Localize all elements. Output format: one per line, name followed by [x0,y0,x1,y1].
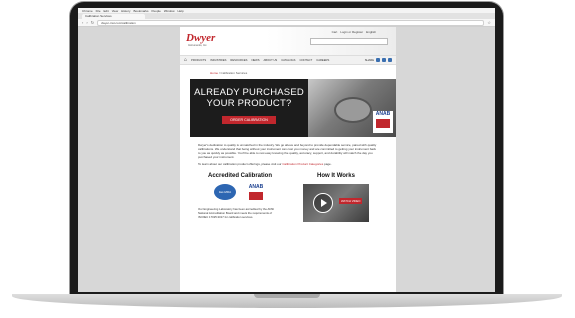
how-it-works-column: How It Works WATCH VIDEO [294,173,378,222]
reload-icon[interactable]: ↻ [91,20,94,25]
breadcrumb: Home / Calibration Services [210,71,248,75]
intro-p2-prefix: To learn about our calibration product o… [198,162,282,166]
anab-logo: ANAB [246,184,266,204]
twitter-icon[interactable] [388,58,392,62]
share-area: SHARE [365,58,392,62]
menu-people[interactable]: People [152,9,161,13]
breadcrumb-home[interactable]: Home [210,71,218,75]
product-categories-link[interactable]: Calibration Product Categories [282,162,323,166]
order-calibration-button[interactable]: ORDER CALIBRATION [222,116,276,124]
laptop-notch [254,294,320,298]
intro-links-paragraph: To learn about our calibration product o… [198,162,378,166]
breadcrumb-current: Calibration Services [220,71,248,75]
menu-window[interactable]: Window [164,9,175,13]
menu-bookmarks[interactable]: Bookmarks [133,9,148,13]
nav-about[interactable]: ABOUT US [264,59,278,62]
nav-industries[interactable]: INDUSTRIES [210,59,226,62]
dwyer-logo[interactable]: Dwyer [186,32,215,44]
intro-paragraph: Dwyer's dedication to quality is unmatch… [198,143,377,159]
logo-subtitle: Instruments, Inc. [188,44,208,47]
browser-tab[interactable]: Calibration Services [82,14,145,19]
nav-resources[interactable]: RESOURCES [230,59,247,62]
hero-title: ALREADY PURCHASED YOUR PRODUCT? [190,87,308,109]
cart-link[interactable]: Cart [332,30,338,34]
laptop-frame: Chrome File Edit View History Bookmarks … [70,2,503,294]
accredited-text: Our Engineering Laboratory has been accr… [198,207,275,219]
star-icon[interactable]: ☆ [487,20,491,25]
login-link[interactable]: Login or Register [340,30,363,34]
language-select[interactable]: English [366,30,376,34]
url-input[interactable]: dwyer-inst.com/calibration [97,19,485,26]
nav-news[interactable]: NEWS [251,59,259,62]
feature-columns: Accredited Calibration ilac-MRA ANAB Our… [180,169,396,222]
forward-icon[interactable]: › [86,20,87,25]
back-icon[interactable]: ‹ [82,20,83,25]
hero-title-line2: YOUR PRODUCT? [206,98,292,109]
instrument-shape [334,97,372,123]
linkedin-icon[interactable] [382,58,386,62]
top-links: Cart Login or Register English [332,30,376,34]
anab-badge-text: ANAB [375,111,391,117]
anab-logo-text: ANAB [248,184,264,190]
accreditation-badges: ilac-MRA ANAB [198,184,282,204]
menu-file[interactable]: File [96,9,101,13]
web-page: Dwyer Instruments, Inc. Cart Login or Re… [180,27,396,292]
nav-products[interactable]: PRODUCTS [191,59,206,62]
accredited-heading: Accredited Calibration [207,173,272,179]
hero-banner: ALREADY PURCHASED YOUR PRODUCT? ORDER CA… [190,79,396,137]
browser-viewport: Dwyer Instruments, Inc. Cart Login or Re… [78,27,495,292]
menu-chrome[interactable]: Chrome [82,9,93,13]
intro-p2-suffix: page. [324,162,332,166]
nav-catalogs[interactable]: CATALOGS [281,59,295,62]
anab-badge-mark [376,119,390,128]
intro-text: Dwyer's dedication to quality is unmatch… [180,137,396,166]
main-nav: ⌂ PRODUCTS INDUSTRIES RESOURCES NEWS ABO… [180,55,396,65]
site-search-input[interactable] [310,38,388,45]
hero-title-line1: ALREADY PURCHASED [194,87,304,98]
share-label: SHARE [364,58,374,62]
address-bar: ‹ › ↻ dwyer-inst.com/calibration ☆ [78,19,495,27]
menu-history[interactable]: History [121,9,130,13]
facebook-icon[interactable] [376,58,380,62]
menu-help[interactable]: Help [178,9,184,13]
nav-careers[interactable]: CAREERS [316,59,329,62]
menu-view[interactable]: View [112,9,118,13]
accredited-column: Accredited Calibration ilac-MRA ANAB Our… [198,173,282,222]
site-header: Dwyer Instruments, Inc. Cart Login or Re… [180,27,396,55]
how-it-works-video[interactable]: WATCH VIDEO [303,184,369,222]
home-icon[interactable]: ⌂ [184,57,187,63]
nav-contact[interactable]: CONTACT [299,59,312,62]
laptop-screen: Chrome File Edit View History Bookmarks … [78,8,495,292]
ilac-mra-logo: ilac-MRA [214,184,236,200]
menu-edit[interactable]: Edit [104,9,109,13]
watch-video-label[interactable]: WATCH VIDEO [339,198,363,204]
anab-logo-mark [249,192,263,200]
anab-badge: ANAB [373,111,393,133]
how-it-works-heading: How It Works [317,173,355,179]
play-icon[interactable] [313,193,333,213]
